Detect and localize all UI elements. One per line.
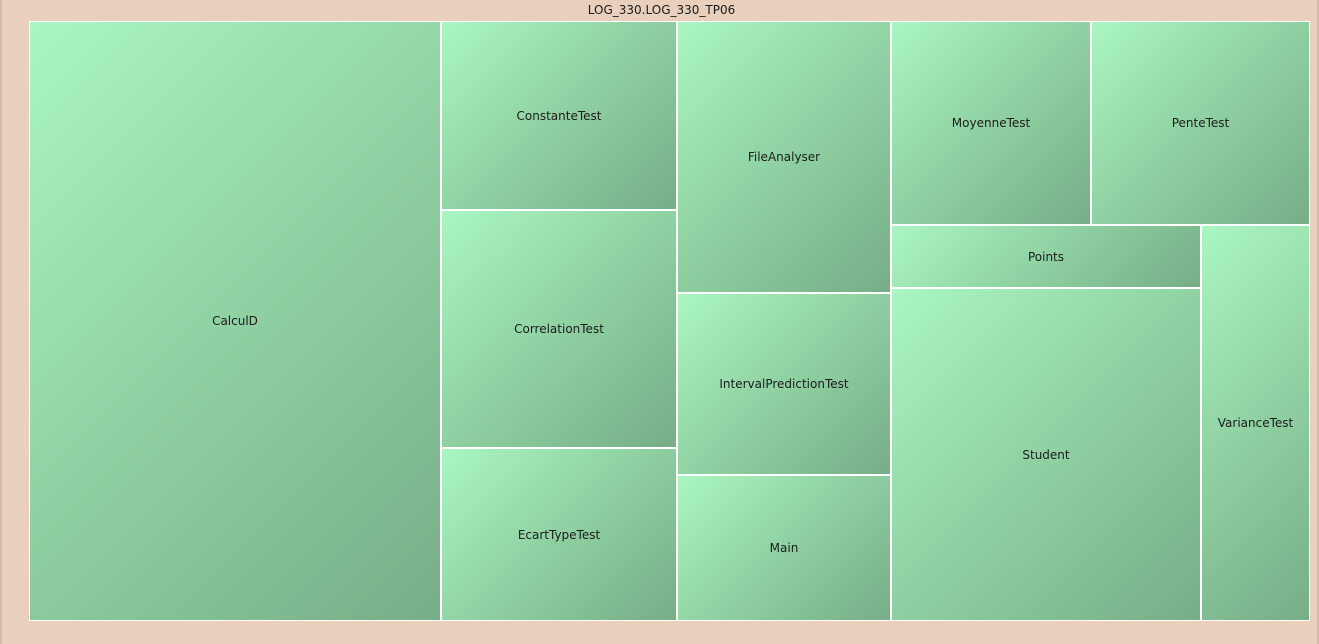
treemap-cell-constantetest[interactable]: ConstanteTest: [441, 21, 677, 210]
treemap-cell-label: VarianceTest: [1217, 416, 1294, 430]
treemap-cell-label: Points: [1027, 249, 1065, 264]
treemap-cell-correlationtest[interactable]: CorrelationTest: [441, 210, 677, 448]
treemap-cell-label: ConstanteTest: [516, 108, 602, 123]
treemap-cell-points[interactable]: Points: [891, 225, 1201, 288]
treemap-cell-ecarttypetest[interactable]: EcartTypeTest: [441, 448, 677, 621]
treemap-cell-intervalpredictiontest[interactable]: IntervalPredictionTest: [677, 293, 891, 475]
treemap-title: LOG_330.LOG_330_TP06: [587, 3, 736, 17]
treemap-cell-calculd[interactable]: CalculD: [29, 21, 441, 621]
treemap-cell-label: Main: [769, 541, 799, 555]
treemap-cell-variancetest[interactable]: VarianceTest: [1201, 225, 1310, 621]
treemap-frame: LOG_330.LOG_330_TP06 CalculD ConstanteTe…: [0, 0, 1319, 644]
treemap-cell-pentetest[interactable]: PenteTest: [1091, 21, 1310, 225]
treemap-cell-moyennetest[interactable]: MoyenneTest: [891, 21, 1091, 225]
treemap-cell-label: CalculD: [212, 314, 258, 328]
treemap-area: CalculD ConstanteTest CorrelationTest Ec…: [29, 21, 1310, 621]
treemap-cell-fileanalyser[interactable]: FileAnalyser: [677, 21, 891, 293]
treemap-cell-label: IntervalPredictionTest: [719, 377, 849, 391]
treemap-cell-main[interactable]: Main: [677, 475, 891, 621]
treemap-cell-label: CorrelationTest: [514, 322, 604, 336]
treemap-cell-label: MoyenneTest: [951, 116, 1031, 130]
treemap-cell-label: FileAnalyser: [747, 150, 821, 164]
treemap-cell-label: Student: [1022, 447, 1070, 462]
treemap-cell-label: EcartTypeTest: [517, 527, 601, 542]
treemap-cell-student[interactable]: Student: [891, 288, 1201, 621]
treemap-cell-label: PenteTest: [1171, 116, 1230, 130]
